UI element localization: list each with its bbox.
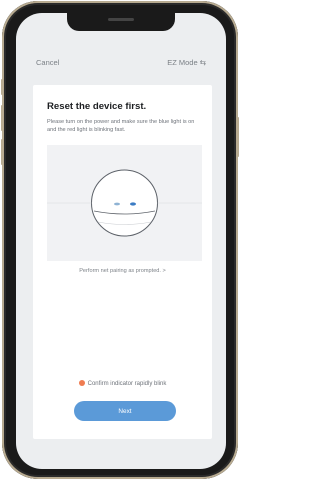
nav-bar: Cancel EZ Mode ⇆ <box>16 58 226 72</box>
page-title: Reset the device first. <box>47 101 147 112</box>
side-button-left <box>1 79 4 95</box>
phone-notch <box>67 13 175 31</box>
next-button[interactable]: Next <box>74 401 176 421</box>
cancel-button[interactable]: Cancel <box>36 58 59 67</box>
speaker-icon <box>108 18 134 21</box>
reset-instructions-card: Reset the device first. Please turn on t… <box>33 85 212 439</box>
radio-indicator-icon[interactable] <box>78 380 85 386</box>
side-button-right <box>236 117 239 157</box>
phone-frame: Cancel EZ Mode ⇆ Reset the device first.… <box>1 1 239 479</box>
side-button-left <box>1 139 4 165</box>
side-button-left <box>1 105 4 131</box>
device-illustration <box>47 145 202 261</box>
app-screen: Cancel EZ Mode ⇆ Reset the device first.… <box>16 13 226 469</box>
confirm-indicator-checkbox[interactable]: Confirm indicator rapidly blink <box>33 380 212 387</box>
ez-mode-switch-button[interactable]: EZ Mode ⇆ <box>167 58 206 67</box>
net-pairing-link[interactable]: Perform net pairing as prompted. > <box>33 268 212 274</box>
device-indicator-lights-icon <box>47 169 202 237</box>
confirm-label: Confirm indicator rapidly blink <box>87 381 167 387</box>
instructions-text: Please turn on the power and make sure t… <box>47 119 195 133</box>
